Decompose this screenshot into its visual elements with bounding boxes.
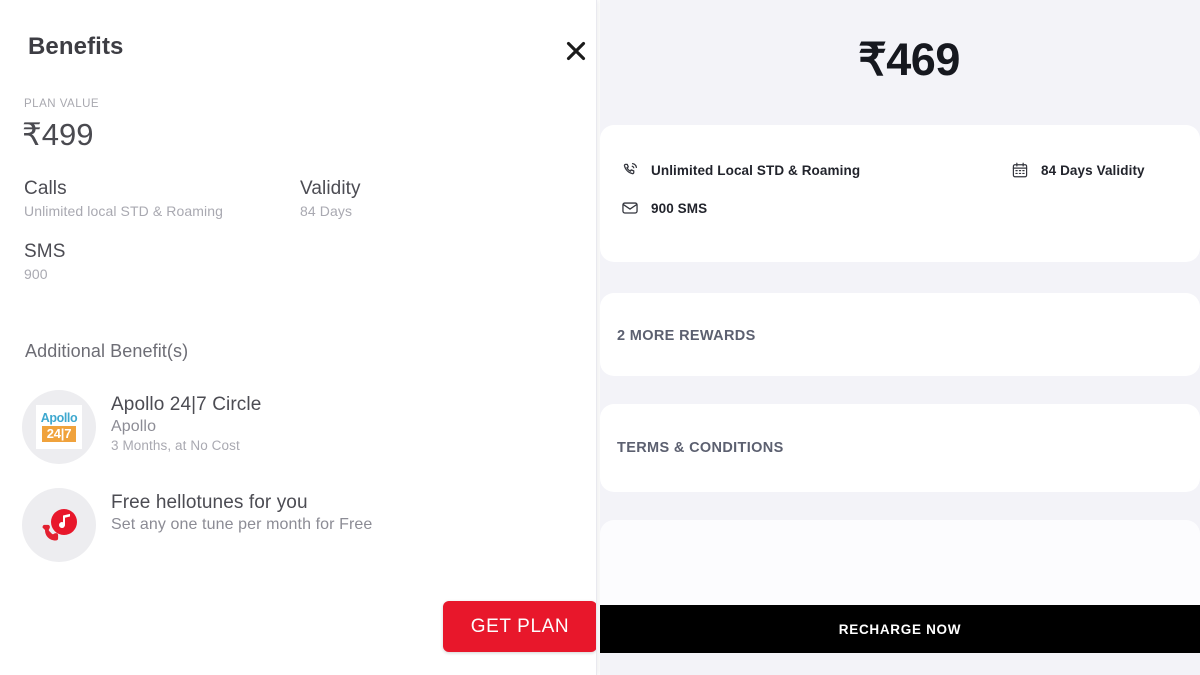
screenshot-stage: Benefits PLAN VALUE ₹499 Calls Unlimited… (0, 0, 1200, 675)
spec-row: SMS 900 (24, 241, 544, 282)
envelope-icon (620, 198, 640, 218)
apollo-badge: 24|7 (41, 425, 77, 442)
more-rewards-label[interactable]: 2 MORE REWARDS (617, 328, 756, 344)
apollo-wordmark: Apollo (40, 411, 78, 426)
plan-spec-grid: Calls Unlimited local STD & Roaming Vali… (24, 178, 544, 304)
spec-title: SMS (24, 241, 66, 262)
hellotune-icon (22, 488, 96, 562)
recharge-now-button[interactable]: RECHARGE NOW (600, 605, 1200, 653)
apollo-logo-icon: Apollo 24|7 (22, 390, 96, 464)
plan-price: ₹469 (858, 33, 960, 85)
benefit-title: Apollo 24|7 Circle (111, 394, 262, 415)
spec-validity: Validity 84 Days (300, 178, 500, 219)
spec-validity: 84 Days Validity (1010, 160, 1145, 180)
price-hero: ₹469 (600, 0, 1200, 126)
terms-conditions-label[interactable]: TERMS & CONDITIONS (617, 440, 784, 456)
benefits-panel: Benefits PLAN VALUE ₹499 Calls Unlimited… (0, 0, 597, 675)
list-item[interactable]: Free hellotunes for you Set any one tune… (22, 488, 562, 562)
list-item[interactable]: Apollo 24|7 Apollo 24|7 Circle Apollo 3 … (22, 390, 562, 464)
close-icon (565, 40, 587, 62)
plan-specs-grid: Unlimited Local STD & Roaming 84 Days Va… (600, 160, 1200, 236)
plan-value-amount: ₹499 (22, 117, 94, 152)
phone-icon (620, 160, 640, 180)
spec-title: Validity (300, 178, 361, 199)
spec-value: 900 (24, 266, 48, 282)
spec-label: 84 Days Validity (1041, 162, 1145, 178)
plan-value-label: PLAN VALUE (24, 98, 100, 110)
spec-label: 900 SMS (651, 200, 708, 216)
spec-sms: 900 SMS (620, 198, 1010, 218)
close-button[interactable] (560, 35, 592, 67)
additional-benefits-heading: Additional Benefit(s) (25, 341, 189, 361)
spec-label: Unlimited Local STD & Roaming (651, 162, 861, 178)
spec-calls: Unlimited Local STD & Roaming (620, 160, 1010, 180)
benefit-provider: Apollo (111, 418, 157, 435)
benefit-provider: Set any one tune per month for Free (111, 516, 373, 533)
spec-value: 84 Days (300, 203, 353, 219)
spec-row: Calls Unlimited local STD & Roaming Vali… (24, 178, 544, 219)
recharge-panel: ₹469 Unlimited Local STD & Roaming 84 Da… (600, 0, 1200, 675)
footer-card (600, 520, 1200, 610)
benefit-title: Free hellotunes for you (111, 492, 308, 513)
get-plan-button[interactable]: GET PLAN (443, 601, 597, 652)
additional-benefits-list: Apollo 24|7 Apollo 24|7 Circle Apollo 3 … (22, 390, 562, 586)
spec-value: Unlimited local STD & Roaming (24, 203, 223, 219)
benefit-text: Free hellotunes for you Set any one tune… (111, 488, 372, 534)
calendar-icon (1010, 160, 1030, 180)
spec-row: 900 SMS (620, 198, 1180, 218)
spec-sms: SMS 900 (24, 241, 300, 282)
benefit-text: Apollo 24|7 Circle Apollo 3 Months, at N… (111, 390, 261, 453)
page-title: Benefits (28, 33, 124, 60)
spec-calls: Calls Unlimited local STD & Roaming (24, 178, 300, 219)
benefit-terms: 3 Months, at No Cost (111, 438, 240, 453)
spec-row: Unlimited Local STD & Roaming 84 Days Va… (620, 160, 1180, 180)
spec-title: Calls (24, 178, 67, 199)
